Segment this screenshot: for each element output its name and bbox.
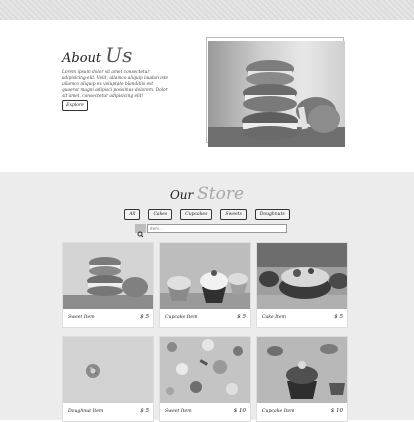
item-name: Cupcake Item xyxy=(262,409,295,414)
item-price: $ 5 xyxy=(334,314,343,320)
header-texture xyxy=(0,0,414,20)
item-image xyxy=(257,337,347,403)
filter-cupcakes-button[interactable]: Cupcakes xyxy=(180,209,213,220)
item-info: Sweet Item $ 5 xyxy=(63,309,153,327)
item-info: Sweet Item $ 10 xyxy=(160,403,250,421)
item-name: Cupcake Item xyxy=(165,315,198,320)
item-name: Cake Item xyxy=(262,315,286,320)
store-item-card[interactable]: Cupcake Item $ 5 xyxy=(159,242,251,328)
about-title-big: Us xyxy=(105,43,133,67)
item-info: Cupcake Item $ 5 xyxy=(160,309,250,327)
filter-doughnuts-button[interactable]: Doughnuts xyxy=(254,209,290,220)
store-title-big: Store xyxy=(197,184,245,204)
search-icon[interactable] xyxy=(135,224,146,238)
item-image xyxy=(160,337,250,403)
item-price: $ 5 xyxy=(237,314,246,320)
store-section: Our Store All Cakes Cupcakes Sweets Doug… xyxy=(0,172,414,422)
about-paragraph: Lorem ipsum dolor sit amet consectetur a… xyxy=(62,70,169,99)
store-item-card[interactable]: Cake Item $ 5 xyxy=(256,242,348,328)
item-image xyxy=(63,243,153,309)
search-bar xyxy=(135,224,288,238)
about-title-small: About xyxy=(62,51,102,66)
item-price: $ 5 xyxy=(140,408,149,414)
store-item-card[interactable]: Sweet Item $ 10 xyxy=(159,336,251,422)
about-title: About Us xyxy=(62,43,132,67)
store-item-card[interactable]: Doughnut Item $ 5 xyxy=(62,336,154,422)
store-title-small: Our xyxy=(169,188,194,202)
item-info: Doughnut Item $ 5 xyxy=(63,403,153,421)
store-title: Our Store xyxy=(0,184,414,204)
filter-all-button[interactable]: All xyxy=(124,209,141,220)
search-input[interactable] xyxy=(147,224,287,233)
filter-bar: All Cakes Cupcakes Sweets Doughnuts xyxy=(0,209,414,220)
store-item-card[interactable]: Cupcake Item $ 10 xyxy=(256,336,348,422)
item-name: Sweet Item xyxy=(68,315,95,320)
filter-cakes-button[interactable]: Cakes xyxy=(148,209,173,220)
item-price: $ 5 xyxy=(140,314,149,320)
explore-button[interactable]: Explore xyxy=(62,100,88,111)
item-name: Doughnut Item xyxy=(68,409,104,414)
store-item-card[interactable]: Sweet Item $ 5 xyxy=(62,242,154,328)
filter-sweets-button[interactable]: Sweets xyxy=(220,209,247,220)
item-price: $ 10 xyxy=(233,408,246,414)
macarons-image xyxy=(208,41,345,147)
item-image xyxy=(63,337,153,403)
item-info: Cake Item $ 5 xyxy=(257,309,347,327)
item-image xyxy=(257,243,347,309)
item-image xyxy=(160,243,250,309)
item-name: Sweet Item xyxy=(165,409,192,414)
item-price: $ 10 xyxy=(330,408,343,414)
item-info: Cupcake Item $ 10 xyxy=(257,403,347,421)
about-section: About Us Lorem ipsum dolor sit amet cons… xyxy=(0,20,414,172)
